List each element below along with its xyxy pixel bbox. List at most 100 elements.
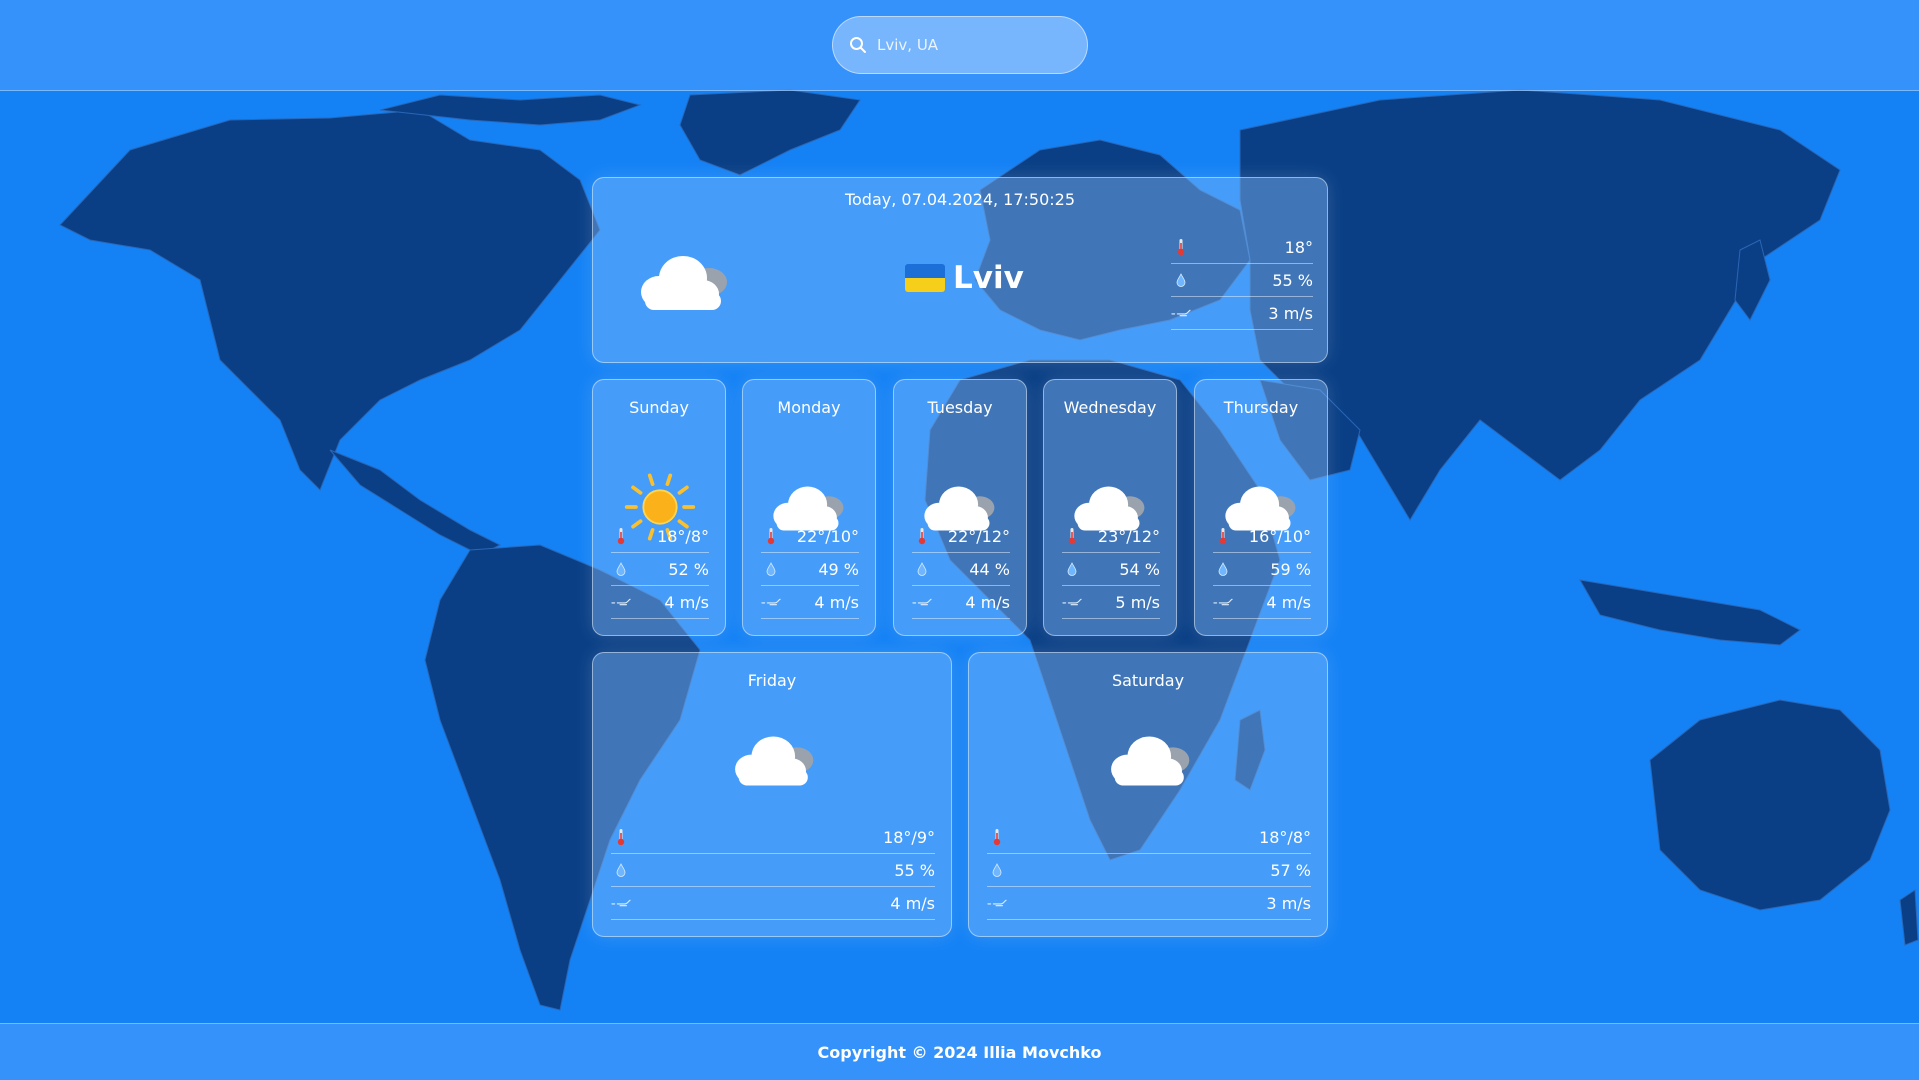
wind-icon	[611, 894, 631, 912]
city-name: Lviv	[953, 260, 1024, 296]
temperature-row: 23°/12°	[1062, 520, 1160, 553]
forecast-stats: 22°/12° 44 % 4 m/s	[912, 520, 1010, 619]
australia	[1649, 699, 1891, 911]
wind-value: 3 m/s	[1266, 893, 1311, 913]
forecast-card: Tuesday 22°/12° 44 % 4 m/s	[893, 379, 1027, 636]
temperature-row: 16°/10°	[1213, 520, 1311, 553]
search-icon	[850, 37, 866, 53]
humidity-row: 54 %	[1062, 553, 1160, 586]
thermometer-icon	[1062, 527, 1082, 545]
droplet-icon	[611, 861, 631, 879]
humidity-value: 52 %	[668, 559, 709, 579]
humidity-row: 49 %	[761, 553, 859, 586]
today-stats: 18° 55 % 3 m/s	[1171, 231, 1313, 330]
droplet-icon	[611, 560, 631, 578]
thermometer-icon	[611, 828, 631, 846]
today-card: Today, 07.04.2024, 17:50:25 Lviv 18° 55 …	[592, 177, 1328, 363]
wind-value: 4 m/s	[814, 592, 859, 612]
temperature-row: 18°/8°	[611, 520, 709, 553]
copyright-text: Copyright © 2024 Illia Movchko	[817, 1042, 1102, 1062]
search-input[interactable]	[875, 35, 1079, 55]
temperature-value: 23°/12°	[1097, 526, 1160, 546]
forecast-stats: 16°/10° 59 % 4 m/s	[1213, 520, 1311, 619]
wind-value: 3 m/s	[1268, 303, 1313, 323]
day-name: Monday	[777, 398, 841, 417]
cloud-icon	[641, 256, 727, 310]
forecast-card: Friday 18°/9° 55 % 4 m/s	[592, 652, 952, 937]
temperature-row: 22°/12°	[912, 520, 1010, 553]
wind-row: 3 m/s	[987, 887, 1311, 920]
humidity-value: 57 %	[1270, 860, 1311, 880]
wind-row: 4 m/s	[761, 586, 859, 619]
forecast-stats: 18°/8° 52 % 4 m/s	[611, 520, 709, 619]
temperature-row: 18°	[1171, 231, 1313, 264]
forecast-stats: 18°/9° 55 % 4 m/s	[611, 821, 935, 920]
thermometer-icon	[1213, 527, 1233, 545]
temperature-row: 18°/8°	[987, 821, 1311, 854]
humidity-value: 44 %	[969, 559, 1010, 579]
forecast-card: Monday 22°/10° 49 % 4 m/s	[742, 379, 876, 636]
humidity-row: 44 %	[912, 553, 1010, 586]
forecast-stats: 18°/8° 57 % 3 m/s	[987, 821, 1311, 920]
thermometer-icon	[761, 527, 781, 545]
cloud-icon	[735, 736, 814, 786]
wind-row: 5 m/s	[1062, 586, 1160, 619]
wind-value: 4 m/s	[1266, 592, 1311, 612]
humidity-value: 55 %	[894, 860, 935, 880]
wind-row: 3 m/s	[1171, 297, 1313, 330]
temperature-value: 18°/9°	[883, 827, 935, 847]
wind-value: 4 m/s	[664, 592, 709, 612]
thermometer-icon	[987, 828, 1007, 846]
day-name: Tuesday	[927, 398, 993, 417]
humidity-row: 57 %	[987, 854, 1311, 887]
droplet-icon	[761, 560, 781, 578]
day-name: Friday	[747, 671, 797, 690]
top-bar	[0, 0, 1919, 91]
forecast-card: Saturday 18°/8° 57 % 3 m/s	[968, 652, 1328, 937]
droplet-icon	[1062, 560, 1082, 578]
indonesia	[1579, 579, 1801, 646]
thermometer-icon	[611, 527, 631, 545]
today-datetime: Today, 07.04.2024, 17:50:25	[844, 190, 1076, 209]
humidity-value: 59 %	[1270, 559, 1311, 579]
humidity-value: 55 %	[1272, 270, 1313, 290]
temperature-value: 18°/8°	[1259, 827, 1311, 847]
day-name: Saturday	[1111, 671, 1185, 690]
droplet-icon	[1213, 560, 1233, 578]
ukraine-flag-icon	[905, 264, 945, 292]
humidity-value: 49 %	[818, 559, 859, 579]
wind-icon	[987, 894, 1007, 912]
day-name: Wednesday	[1063, 398, 1157, 417]
footer: Copyright © 2024 Illia Movchko	[0, 1023, 1919, 1080]
droplet-icon	[987, 861, 1007, 879]
wind-icon	[912, 593, 932, 611]
forecast-card: Wednesday 23°/12° 54 % 5 m/s	[1043, 379, 1177, 636]
droplet-icon	[1171, 271, 1191, 289]
wind-icon	[761, 593, 781, 611]
humidity-row: 59 %	[1213, 553, 1311, 586]
temperature-value: 22°/10°	[796, 526, 859, 546]
wind-icon	[611, 593, 631, 611]
wind-value: 4 m/s	[965, 592, 1010, 612]
thermometer-icon	[912, 527, 932, 545]
wind-icon	[1213, 593, 1233, 611]
thermometer-icon	[1171, 238, 1191, 256]
forecast-stats: 23°/12° 54 % 5 m/s	[1062, 520, 1160, 619]
temperature-value: 18°	[1284, 237, 1313, 257]
cloud-icon	[1111, 736, 1190, 786]
wind-icon	[1062, 593, 1082, 611]
droplet-icon	[912, 560, 932, 578]
search-box[interactable]	[832, 16, 1088, 74]
day-name: Sunday	[629, 398, 689, 417]
greenland	[679, 89, 861, 176]
north-america-landmass	[59, 109, 601, 491]
new-zealand	[1899, 889, 1919, 946]
temperature-value: 18°/8°	[657, 526, 709, 546]
forecast-stats: 22°/10° 49 % 4 m/s	[761, 520, 859, 619]
city-heading: Lviv	[905, 260, 1024, 296]
forecast-card: Sunday 18°/8° 52 % 4 m/s	[592, 379, 726, 636]
forecast-card: Thursday 16°/10° 59 % 4 m/s	[1194, 379, 1328, 636]
wind-row: 4 m/s	[611, 586, 709, 619]
humidity-row: 52 %	[611, 553, 709, 586]
temperature-row: 22°/10°	[761, 520, 859, 553]
